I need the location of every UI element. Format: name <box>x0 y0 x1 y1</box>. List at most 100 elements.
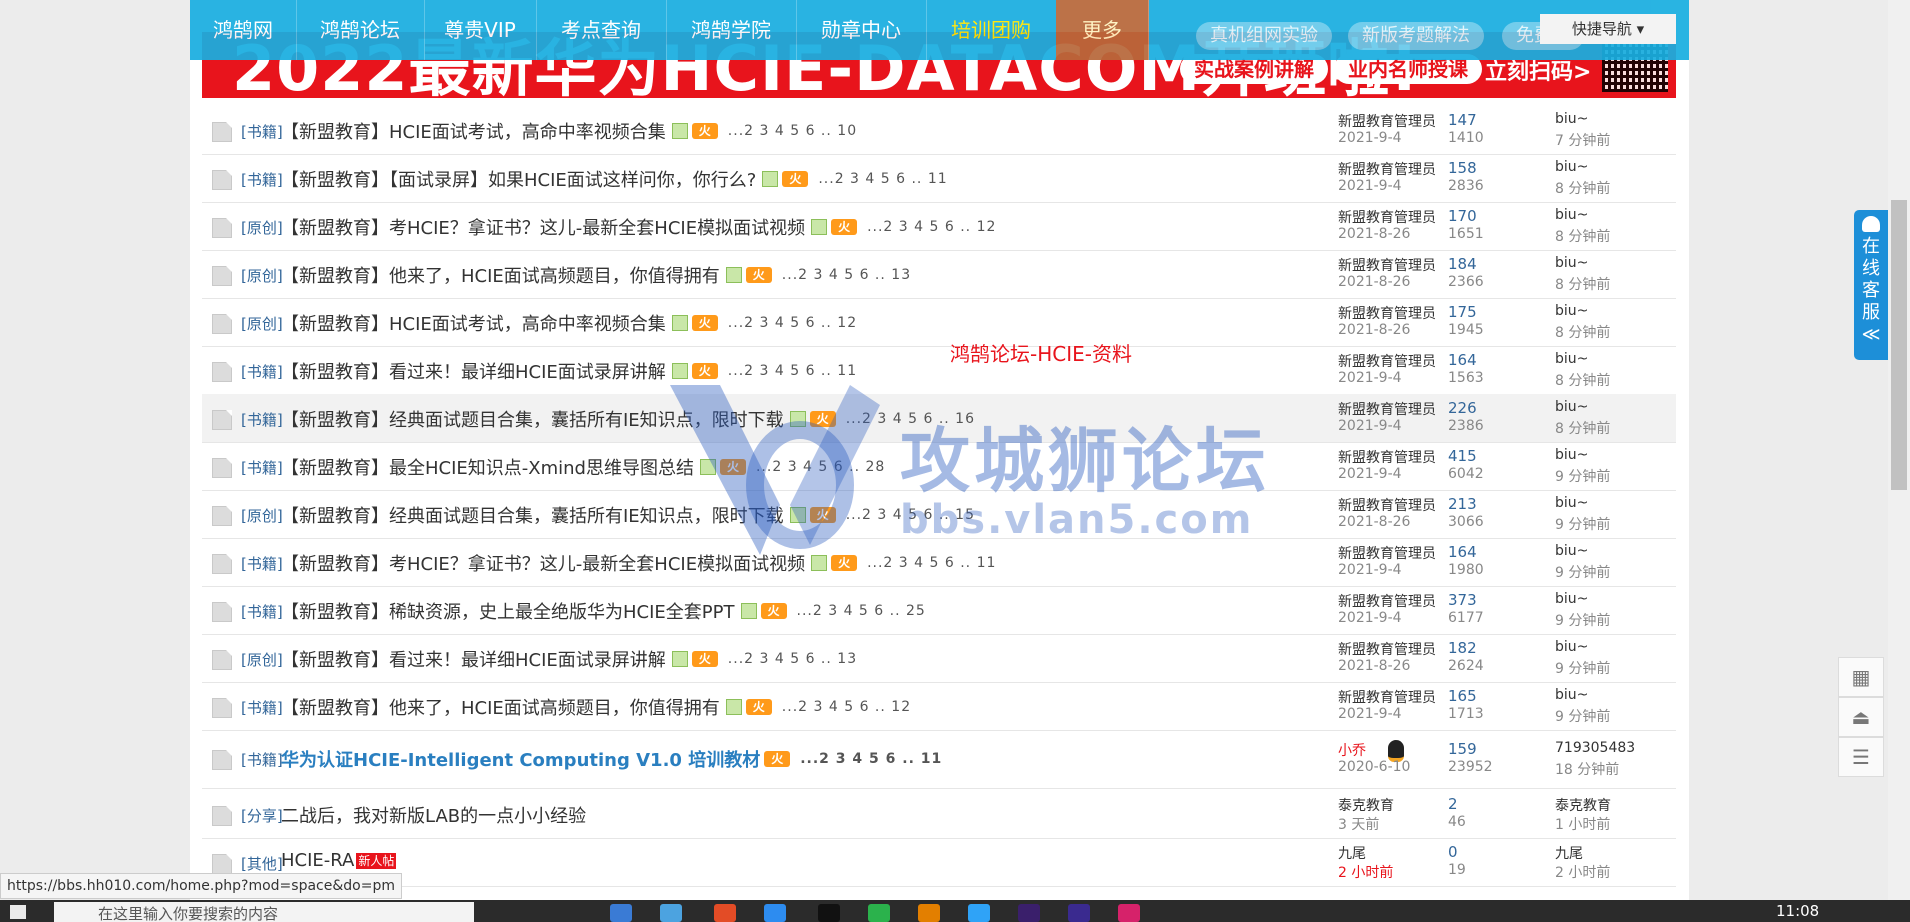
taskbar-search-input[interactable]: 在这里输入你要搜索的内容 <box>54 902 474 922</box>
thread-row[interactable]: [书籍] 【新盟教育】经典面试题目合集，囊括所有IE知识点，限时下载 火 ...2 3… <box>202 394 1676 443</box>
last-reply-time[interactable]: 8 分钟前 <box>1555 370 1610 390</box>
thread-pages[interactable]: ...2 3 4 5 6 .. 12 <box>867 219 996 235</box>
last-reply-user[interactable]: biu~ <box>1555 351 1588 367</box>
thread-row[interactable]: [书籍] 【新盟教育】【面试录屏】如果HCIE面试这样问你，你行么? 火 ...2 3… <box>202 154 1676 203</box>
thread-category[interactable]: [原创] <box>241 265 283 286</box>
thread-category[interactable]: [书籍] <box>241 169 283 190</box>
last-reply-user[interactable]: 泰克教育 <box>1555 795 1611 815</box>
thread-pages[interactable]: ...2 3 4 5 6 .. 25 <box>797 603 926 619</box>
thread-row[interactable]: [书籍] 【新盟教育】稀缺资源，史上最全绝版华为HCIE全套PPT 火 ...2 3 … <box>202 586 1676 635</box>
last-reply-time[interactable]: 8 分钟前 <box>1555 418 1610 438</box>
thread-replies[interactable]: 2 <box>1448 795 1458 813</box>
indesign-icon[interactable] <box>1118 904 1140 922</box>
back-to-top-button[interactable]: ⏏ <box>1838 697 1884 737</box>
thread-category[interactable]: [原创] <box>241 217 283 238</box>
premiere-icon[interactable] <box>1018 904 1040 922</box>
last-reply-time[interactable]: 8 分钟前 <box>1555 322 1610 342</box>
browser-icon[interactable] <box>660 904 682 922</box>
last-reply-time[interactable]: 9 分钟前 <box>1555 610 1610 630</box>
thread-author[interactable]: 新盟教育管理员 <box>1338 159 1436 179</box>
windows-start-icon[interactable] <box>10 905 26 919</box>
last-reply-user[interactable]: biu~ <box>1555 399 1588 415</box>
thread-pages[interactable]: ...2 3 4 5 6 .. 16 <box>846 411 975 427</box>
nav-item-more[interactable]: 更多 <box>1056 0 1149 60</box>
thread-author[interactable]: 小乔 <box>1338 740 1366 760</box>
thread-pages[interactable]: ...2 3 4 5 6 .. 11 <box>818 171 947 187</box>
thread-title[interactable]: 【新盟教育】考HCIE？拿证书？这儿-最新全套HCIE模拟面试视频 <box>281 550 805 576</box>
thread-author[interactable]: 新盟教育管理员 <box>1338 255 1436 275</box>
thread-category[interactable]: [书籍] <box>241 457 283 478</box>
last-reply-time[interactable]: 9 分钟前 <box>1555 706 1610 726</box>
thread-row[interactable]: [原创] 【新盟教育】看过来！最详细HCIE面试录屏讲解 火 ...2 3 4 5 6… <box>202 634 1676 683</box>
last-reply-time[interactable]: 8 分钟前 <box>1555 274 1610 294</box>
thread-pages[interactable]: ...2 3 4 5 6 .. 11 <box>867 555 996 571</box>
nav-item-group-buy[interactable]: 培训团购 <box>926 0 1057 60</box>
thread-replies[interactable]: 164 <box>1448 543 1477 561</box>
thread-row[interactable]: [原创] 【新盟教育】考HCIE？拿证书？这儿-最新全套HCIE模拟面试视频 火..… <box>202 202 1676 251</box>
thread-author[interactable]: 新盟教育管理员 <box>1338 351 1436 371</box>
thread-author[interactable]: 新盟教育管理员 <box>1338 687 1436 707</box>
thread-pages[interactable]: ...2 3 4 5 6 .. 28 <box>756 459 885 475</box>
after-effects-icon[interactable] <box>1068 904 1090 922</box>
thread-row[interactable]: [原创] 【新盟教育】HCIE面试考试，高命中率视频合集 火 ...2 3 4 5 6… <box>202 298 1676 347</box>
thread-author[interactable]: 新盟教育管理员 <box>1338 447 1436 467</box>
last-reply-time[interactable]: 8 分钟前 <box>1555 178 1610 198</box>
thread-row[interactable]: [原创] 【新盟教育】经典面试题目合集，囊括所有IE知识点，限时下载 火 ...2 3… <box>202 490 1676 539</box>
thread-title[interactable]: 【新盟教育】【面试录屏】如果HCIE面试这样问你，你行么? <box>281 166 756 192</box>
thread-replies[interactable]: 164 <box>1448 351 1477 369</box>
nav-item-forum[interactable]: 鸿鹄论坛 <box>296 0 425 60</box>
thread-title[interactable]: 【新盟教育】他来了，HCIE面试高频题目，你值得拥有 <box>281 694 720 720</box>
thread-title[interactable]: 【新盟教育】经典面试题目合集，囊括所有IE知识点，限时下载 <box>281 502 784 528</box>
thread-replies[interactable]: 415 <box>1448 447 1477 465</box>
thread-category[interactable]: [书籍] <box>241 749 283 770</box>
last-reply-user[interactable]: 719305483 <box>1555 740 1635 756</box>
last-reply-user[interactable]: biu~ <box>1555 255 1588 271</box>
page-scrollbar[interactable] <box>1888 0 1910 900</box>
thread-pages[interactable]: ...2 3 4 5 6 .. 12 <box>728 315 857 331</box>
thread-pages[interactable]: ...2 3 4 5 6 .. 11 <box>728 363 857 379</box>
thread-title[interactable]: 【新盟教育】他来了，HCIE面试高频题目，你值得拥有 <box>281 262 720 288</box>
thread-title[interactable]: HCIE-RA <box>281 850 354 871</box>
thread-replies[interactable]: 170 <box>1448 207 1477 225</box>
nav-item-exam-lookup[interactable]: 考点查询 <box>536 0 667 60</box>
last-reply-time[interactable]: 9 分钟前 <box>1555 658 1610 678</box>
last-reply-time[interactable]: 7 分钟前 <box>1555 130 1610 150</box>
thread-pages[interactable]: ...2 3 4 5 6 .. 13 <box>782 267 911 283</box>
thread-replies[interactable]: 165 <box>1448 687 1477 705</box>
thread-title[interactable]: 【新盟教育】考HCIE？拿证书？这儿-最新全套HCIE模拟面试视频 <box>281 214 805 240</box>
thread-replies[interactable]: 182 <box>1448 639 1477 657</box>
thread-category[interactable]: [原创] <box>241 313 283 334</box>
thread-author[interactable]: 新盟教育管理员 <box>1338 399 1436 419</box>
thread-row[interactable]: [书籍] 华为认证HCIE-Intelligent Computing V1.0 … <box>202 730 1676 789</box>
thread-category[interactable]: [分享] <box>241 805 283 826</box>
thread-category[interactable]: [原创] <box>241 649 283 670</box>
thread-author[interactable]: 新盟教育管理员 <box>1338 591 1436 611</box>
last-reply-time[interactable]: 9 分钟前 <box>1555 514 1610 534</box>
last-reply-user[interactable]: biu~ <box>1555 543 1588 559</box>
nav-item-academy[interactable]: 鸿鹄学院 <box>666 0 797 60</box>
online-support-tab[interactable]: 在 线 客 服 ≪ <box>1854 210 1888 360</box>
thread-title[interactable]: 二战后，我对新版LAB的一点小小经验 <box>281 802 586 828</box>
thread-category[interactable]: [书籍] <box>241 409 283 430</box>
thread-replies[interactable]: 226 <box>1448 399 1477 417</box>
thread-title[interactable]: 【新盟教育】HCIE面试考试，高命中率视频合集 <box>281 310 666 336</box>
last-reply-user[interactable]: biu~ <box>1555 639 1588 655</box>
last-reply-user[interactable]: biu~ <box>1555 495 1588 511</box>
thread-title[interactable]: 【新盟教育】看过来！最详细HCIE面试录屏讲解 <box>281 358 666 384</box>
thread-row[interactable]: [分享] 二战后，我对新版LAB的一点小小经验 泰克教育 3 天前 2 46 泰克教育 1 小… <box>202 790 1676 839</box>
last-reply-time[interactable]: 1 小时前 <box>1555 814 1610 834</box>
last-reply-user[interactable]: biu~ <box>1555 687 1588 703</box>
thread-replies[interactable]: 184 <box>1448 255 1477 273</box>
thread-row[interactable]: [书籍] 【新盟教育】最全HCIE知识点-Xmind思维导图总结 火 ...2 3 4… <box>202 442 1676 491</box>
thread-title[interactable]: 【新盟教育】HCIE面试考试，高命中率视频合集 <box>281 118 666 144</box>
nav-item-medals[interactable]: 勋章中心 <box>796 0 927 60</box>
thread-author[interactable]: 新盟教育管理员 <box>1338 639 1436 659</box>
last-reply-time[interactable]: 18 分钟前 <box>1555 759 1619 779</box>
ghost-button-new-exam[interactable]: 新版考题解法 <box>1348 22 1484 50</box>
thread-author[interactable]: 新盟教育管理员 <box>1338 303 1436 323</box>
chrome-icon[interactable] <box>714 904 736 922</box>
last-reply-time[interactable]: 2 小时前 <box>1555 862 1610 882</box>
thread-pages[interactable]: ...2 3 4 5 6 .. 13 <box>728 651 857 667</box>
last-reply-user[interactable]: biu~ <box>1555 159 1588 175</box>
thread-category[interactable]: [原创] <box>241 505 283 526</box>
